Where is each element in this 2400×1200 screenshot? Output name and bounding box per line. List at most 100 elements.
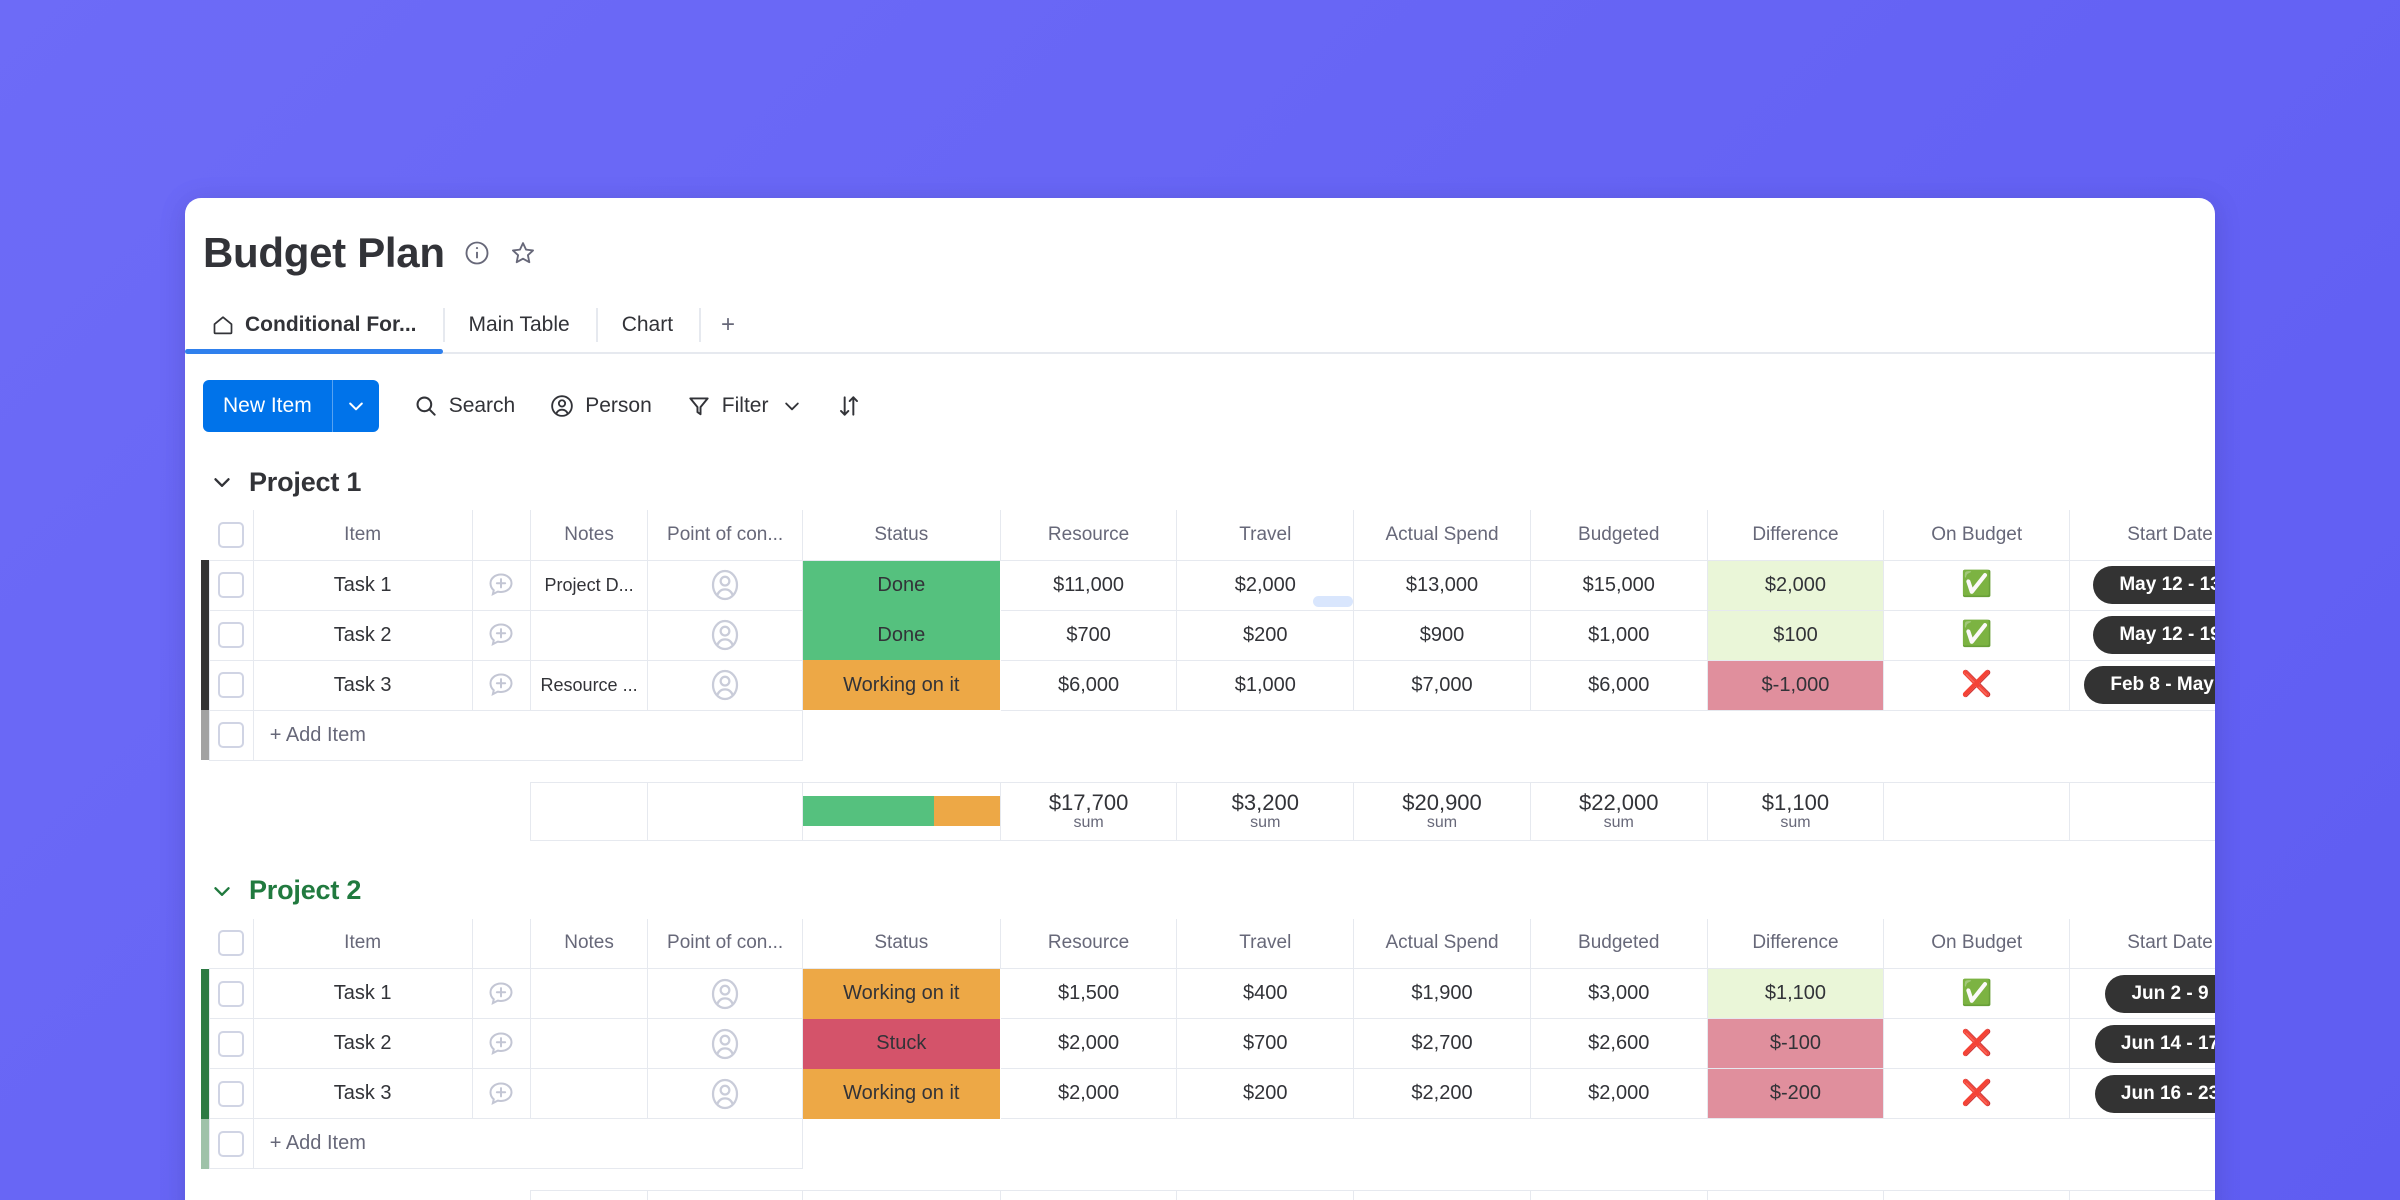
cell-updates[interactable] [471, 968, 531, 1019]
cell-difference[interactable]: $-1,000 [1706, 659, 1885, 711]
column-header-on-budget[interactable]: On Budget [1883, 510, 2071, 561]
column-header-start-date[interactable]: Start Date [2069, 510, 2215, 561]
tab-chart[interactable]: Chart [595, 296, 699, 354]
cell-resource[interactable]: $11,000 [999, 559, 1178, 611]
column-header-status[interactable]: Status [801, 510, 1001, 561]
cell-on-budget[interactable]: ❌ [1883, 659, 2071, 711]
cell-point-of-contact[interactable] [647, 609, 803, 661]
column-header-actual-spend[interactable]: Actual Spend [1353, 510, 1531, 561]
cell-on-budget[interactable]: ✅ [1883, 609, 2071, 661]
cell-resource[interactable]: $6,000 [999, 659, 1178, 711]
cell-resource[interactable]: $2,000 [999, 1068, 1178, 1119]
checkbox[interactable] [218, 572, 245, 598]
table-row[interactable]: Task 3 Working on it $2,000 $200 $2,200 … [201, 1068, 2215, 1119]
cell-point-of-contact[interactable] [647, 659, 803, 711]
add-item-row[interactable]: + Add Item [201, 1118, 2215, 1169]
checkbox[interactable] [218, 672, 245, 698]
column-header-point-of-contact[interactable]: Point of con... [647, 510, 803, 561]
cell-on-budget[interactable]: ❌ [1883, 1018, 2071, 1069]
cell-budgeted[interactable]: $15,000 [1529, 559, 1708, 611]
row-checkbox-cell[interactable] [208, 968, 254, 1019]
row-checkbox-cell[interactable] [208, 1068, 254, 1119]
table-row[interactable]: Task 2 Done $700 $200 $900 $1,000 $100 ✅… [201, 609, 2215, 661]
column-header-item[interactable]: Item [252, 918, 473, 969]
column-header-item[interactable]: Item [252, 510, 473, 561]
cell-travel[interactable]: $1,000 [1176, 659, 1355, 711]
table-row[interactable]: Task 1 Working on it $1,500 $400 $1,900 … [201, 968, 2215, 1019]
cell-resource[interactable]: $1,500 [999, 968, 1178, 1019]
row-checkbox-cell[interactable] [208, 659, 254, 711]
cell-notes[interactable]: Project D... [529, 559, 649, 611]
cell-budgeted[interactable]: $3,000 [1529, 968, 1708, 1019]
cell-item[interactable]: Task 2 [252, 1018, 473, 1069]
cell-item[interactable]: Task 1 [252, 968, 473, 1019]
cell-point-of-contact[interactable] [647, 559, 803, 611]
cell-actual-spend[interactable]: $2,700 [1353, 1018, 1531, 1069]
tab-main-table[interactable]: Main Table [442, 296, 596, 354]
cell-updates[interactable] [471, 609, 531, 661]
cell-travel[interactable]: $200 [1176, 609, 1355, 661]
add-update-icon[interactable] [486, 1079, 516, 1109]
column-header-status[interactable]: Status [801, 918, 1001, 969]
cell-on-budget[interactable]: ❌ [1883, 1068, 2071, 1119]
cell-actual-spend[interactable]: $2,200 [1353, 1068, 1531, 1119]
cell-point-of-contact[interactable] [647, 1018, 803, 1069]
cell-updates[interactable] [471, 1018, 531, 1069]
cell-notes[interactable] [529, 968, 649, 1019]
cell-status[interactable]: Working on it [802, 968, 1001, 1019]
cell-start-date[interactable]: Jun 16 - 23 [2069, 1068, 2215, 1119]
select-all-checkbox-header[interactable] [209, 510, 254, 561]
cell-item[interactable]: Task 1 [252, 559, 473, 611]
column-header-notes[interactable]: Notes [529, 918, 649, 969]
cell-point-of-contact[interactable] [647, 968, 803, 1019]
add-item-button[interactable]: + Add Item [252, 1118, 803, 1169]
column-header-budgeted[interactable]: Budgeted [1529, 918, 1708, 969]
add-update-icon[interactable] [486, 620, 516, 650]
column-header-travel[interactable]: Travel [1176, 510, 1355, 561]
cell-budgeted[interactable]: $1,000 [1529, 609, 1708, 661]
cell-actual-spend[interactable]: $7,000 [1353, 659, 1531, 711]
info-icon[interactable] [463, 239, 491, 267]
checkbox[interactable] [218, 1130, 245, 1157]
cell-start-date[interactable]: May 12 - 19 [2069, 609, 2215, 661]
add-tab-button[interactable]: + [699, 296, 757, 354]
cell-on-budget[interactable]: ✅ [1883, 968, 2071, 1019]
search-button[interactable]: Search [413, 393, 515, 419]
cell-difference[interactable]: $-200 [1706, 1068, 1885, 1119]
cell-start-date[interactable]: Feb 8 - May 2 [2069, 659, 2215, 711]
avatar-placeholder-icon[interactable] [707, 667, 743, 703]
tab-conditional-formatting[interactable]: Conditional For... [185, 296, 443, 354]
checkbox[interactable] [218, 1080, 245, 1107]
cell-status[interactable]: Done [802, 560, 1001, 610]
checkbox[interactable] [218, 622, 245, 648]
cell-actual-spend[interactable]: $1,900 [1353, 968, 1531, 1019]
cell-difference[interactable]: $100 [1706, 609, 1885, 661]
row-checkbox-cell[interactable] [208, 609, 254, 661]
cell-budgeted[interactable]: $2,000 [1529, 1068, 1708, 1119]
add-update-icon[interactable] [486, 570, 516, 600]
avatar-placeholder-icon[interactable] [707, 976, 743, 1012]
cell-status[interactable]: Done [802, 610, 1001, 660]
person-button[interactable]: Person [549, 393, 652, 419]
chevron-down-icon[interactable] [782, 396, 802, 416]
cell-point-of-contact[interactable] [647, 1068, 803, 1119]
cell-difference[interactable]: $2,000 [1706, 559, 1885, 611]
cell-travel[interactable]: $400 [1176, 968, 1355, 1019]
sort-button[interactable] [836, 393, 862, 419]
add-update-icon[interactable] [486, 1029, 516, 1059]
cell-status[interactable]: Working on it [802, 1068, 1001, 1119]
cell-notes[interactable] [529, 1068, 649, 1119]
cell-status[interactable]: Working on it [802, 660, 1001, 710]
avatar-placeholder-icon[interactable] [707, 1026, 743, 1062]
cell-start-date[interactable]: Jun 2 - 9 [2069, 968, 2215, 1019]
cell-updates[interactable] [471, 1068, 531, 1119]
column-header-notes[interactable]: Notes [529, 510, 649, 561]
table-row[interactable]: Task 3 Resource ... Working on it $6,000… [201, 659, 2215, 711]
row-checkbox-cell[interactable] [208, 1018, 254, 1069]
column-header-budgeted[interactable]: Budgeted [1529, 510, 1708, 561]
cell-difference[interactable]: $-100 [1706, 1018, 1885, 1069]
cell-notes[interactable]: Resource ... [529, 659, 649, 711]
cell-updates[interactable] [471, 559, 531, 611]
cell-status[interactable]: Stuck [802, 1018, 1001, 1069]
checkbox[interactable] [218, 722, 245, 748]
